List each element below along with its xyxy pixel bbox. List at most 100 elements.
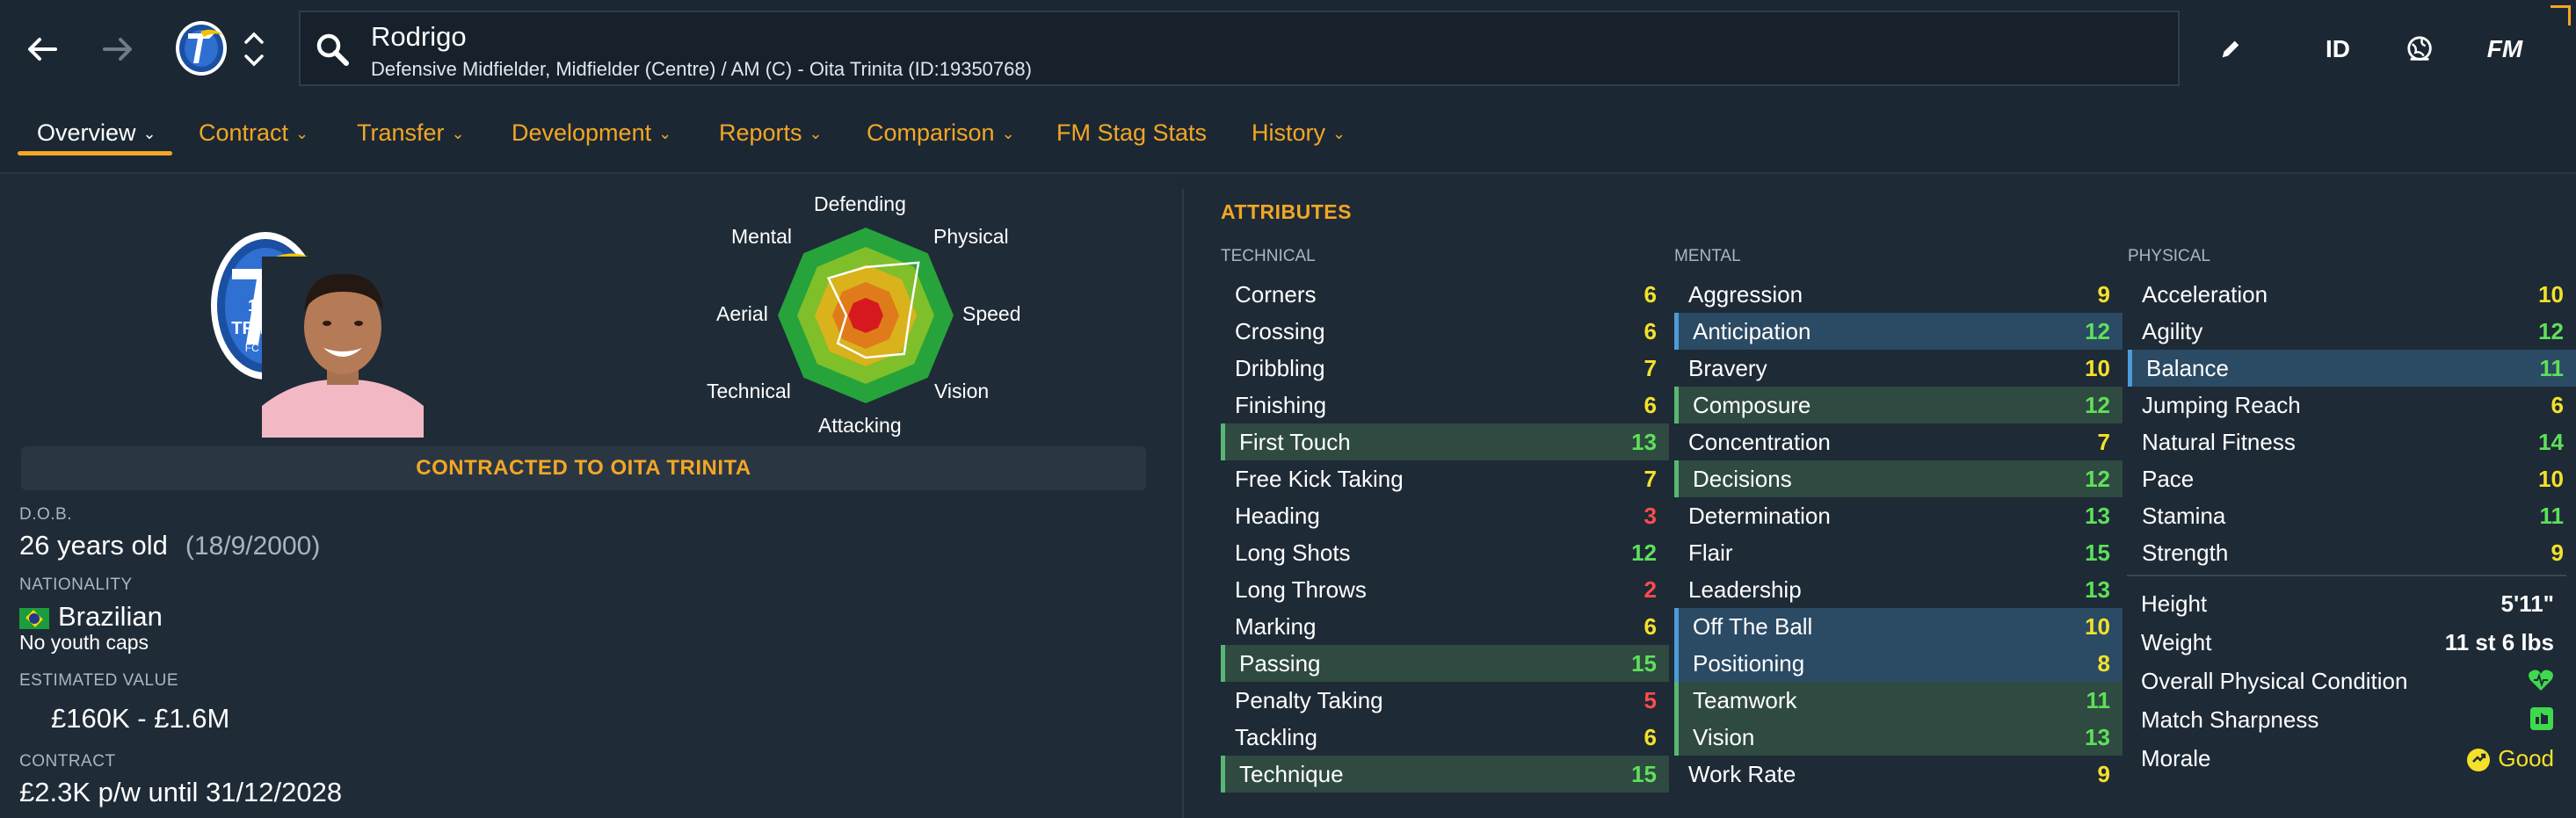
attribute-row-bravery[interactable]: Bravery 10 [1674,350,2122,387]
tab-contract[interactable]: Contract ⌄ [199,119,308,147]
attribute-row-free-kick-taking[interactable]: Free Kick Taking 7 [1221,460,1669,497]
attribute-value: 12 [1631,539,1657,566]
attribute-row-leadership[interactable]: Leadership 13 [1674,571,2122,608]
attribute-name: Finishing [1235,391,1327,418]
attribute-row-composure[interactable]: Composure 12 [1674,387,2122,423]
tab-fm-stag-stats[interactable]: FM Stag Stats [1056,119,1207,147]
attribute-row-dribbling[interactable]: Dribbling 7 [1221,350,1669,387]
attribute-row-natural-fitness[interactable]: Natural Fitness 14 [2128,423,2576,460]
attribute-name: Marking [1235,612,1317,640]
attribute-row-concentration[interactable]: Concentration 7 [1674,423,2122,460]
club-crest-icon[interactable] [174,19,229,77]
attribute-row-decisions[interactable]: Decisions 12 [1674,460,2122,497]
back-button[interactable] [9,16,76,83]
attribute-value: 6 [1644,723,1657,750]
forward-button[interactable] [84,16,151,83]
attribute-row-acceleration[interactable]: Acceleration 10 [2128,276,2576,313]
mental-attributes: Aggression 9 Anticipation 12 Bravery 10 Compos… [1674,276,2122,793]
attribute-row-corners[interactable]: Corners 6 [1221,276,1669,313]
attribute-row-crossing[interactable]: Crossing 6 [1221,313,1669,350]
attribute-name: Natural Fitness [2142,428,2296,455]
attribute-row-penalty-taking[interactable]: Penalty Taking 5 [1221,682,1669,719]
attribute-name: Aggression [1688,280,1803,308]
attribute-value: 8 [2097,649,2110,677]
radar-label-aerial: Aerial [716,302,768,325]
radar-label-vision: Vision [934,380,990,402]
attribute-row-vision[interactable]: Vision 13 [1674,719,2122,756]
radar-label-speed: Speed [962,302,1021,325]
edit-button[interactable] [2211,16,2250,83]
attribute-name: Teamwork [1693,686,1797,713]
attribute-name: Strength [2142,539,2229,566]
attribute-value: 13 [2085,723,2110,750]
attribute-row-jumping-reach[interactable]: Jumping Reach 6 [2128,387,2576,423]
attribute-name: Concentration [1688,428,1831,455]
attribute-row-off-the-ball[interactable]: Off The Ball 10 [1674,608,2122,645]
attribute-value: 12 [2085,317,2110,344]
attribute-value: 11 [2539,354,2565,381]
attribute-name: Stamina [2142,502,2226,529]
attribute-name: Corners [1235,280,1317,308]
globe-button[interactable] [2398,16,2443,83]
attribute-row-flair[interactable]: Flair 15 [1674,534,2122,571]
attribute-value: 3 [1644,502,1657,529]
attribute-row-balance[interactable]: Balance 11 [2128,350,2576,387]
morale-value[interactable]: Good [2466,745,2554,772]
attribute-name: Agility [2142,317,2203,344]
sharpness-icon[interactable] [2529,706,2554,737]
attribute-name: Bravery [1688,354,1767,381]
player-search-box[interactable]: Rodrigo Defensive Midfielder, Midfielder… [299,11,2180,86]
youth-caps: No youth caps [19,631,149,654]
attribute-row-work-rate[interactable]: Work Rate 9 [1674,756,2122,793]
active-tab-indicator [18,151,172,156]
condition-label: Overall Physical Condition [2141,668,2408,694]
attribute-row-marking[interactable]: Marking 6 [1221,608,1669,645]
tab-comparison[interactable]: Comparison ⌄ [867,119,1015,147]
tab-transfer[interactable]: Transfer ⌄ [357,119,465,147]
attribute-name: Long Throws [1235,575,1367,603]
arrow-right-icon [103,38,132,61]
attribute-value: 9 [2097,280,2110,308]
attribute-name: Leadership [1688,575,1802,603]
attribute-row-heading[interactable]: Heading 3 [1221,497,1669,534]
attribute-row-anticipation[interactable]: Anticipation 12 [1674,313,2122,350]
attribute-name: Passing [1239,649,1321,677]
attribute-row-teamwork[interactable]: Teamwork 11 [1674,682,2122,719]
chevron-up-down-icon[interactable] [239,25,269,74]
attribute-row-finishing[interactable]: Finishing 6 [1221,387,1669,423]
morale-icon [2467,749,2491,772]
tab-development[interactable]: Development ⌄ [512,119,671,147]
pencil-icon [2222,40,2239,58]
attribute-row-technique[interactable]: Technique 15 [1221,756,1669,793]
attribute-row-long-shots[interactable]: Long Shots 12 [1221,534,1669,571]
attribute-row-stamina[interactable]: Stamina 11 [2128,497,2576,534]
attribute-row-pace[interactable]: Pace 10 [2128,460,2576,497]
attribute-row-long-throws[interactable]: Long Throws 2 [1221,571,1669,608]
attribute-name: Work Rate [1688,760,1796,787]
attribute-row-positioning[interactable]: Positioning 8 [1674,645,2122,682]
fm-button[interactable]: FM [2477,16,2533,83]
height-label: Height [2141,590,2208,617]
attribute-name: Decisions [1693,465,1792,492]
attribute-row-strength[interactable]: Strength 9 [2128,534,2576,571]
physical-heading: PHYSICAL [2128,247,2210,265]
attribute-name: Positioning [1693,649,1805,677]
radar-label-technical: Technical [707,380,791,402]
id-button[interactable]: ID [2311,16,2364,83]
tab-history[interactable]: History ⌄ [1252,119,1346,147]
attribute-row-tackling[interactable]: Tackling 6 [1221,719,1669,756]
player-name: Rodrigo [371,21,467,52]
nationality-value[interactable]: Brazilian [19,601,163,633]
player-photo [262,257,424,438]
attribute-row-aggression[interactable]: Aggression 9 [1674,276,2122,313]
attribute-row-agility[interactable]: Agility 12 [2128,313,2576,350]
attribute-row-passing[interactable]: Passing 15 [1221,645,1669,682]
contract-value: £2.3K p/w until 31/12/2028 [19,777,343,807]
technical-heading: TECHNICAL [1221,247,1316,265]
attribute-name: Technique [1239,760,1344,787]
attribute-row-first-touch[interactable]: First Touch 13 [1221,423,1669,460]
tab-overview[interactable]: Overview ⌄ [37,119,156,147]
attribute-row-determination[interactable]: Determination 13 [1674,497,2122,534]
tab-reports[interactable]: Reports ⌄ [719,119,823,147]
heart-icon[interactable] [2528,668,2554,699]
